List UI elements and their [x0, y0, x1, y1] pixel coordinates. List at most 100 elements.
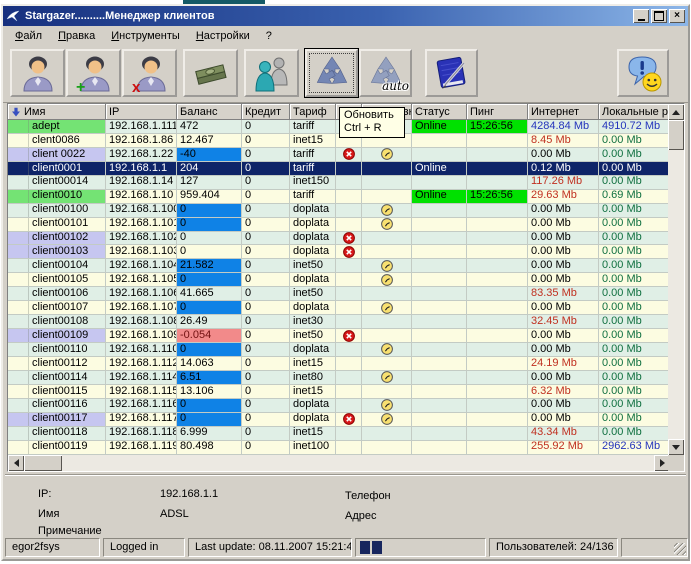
column-header-credit[interactable]: Кредит: [242, 104, 290, 120]
minimize-button[interactable]: [633, 9, 649, 23]
progress-bar: [355, 538, 486, 557]
frozen-clock-icon: [381, 260, 393, 272]
column-header-balance[interactable]: Баланс: [177, 104, 242, 120]
cell-balance: 21.582: [177, 259, 242, 273]
cell-status: [412, 371, 467, 385]
cell-credit: 0: [242, 301, 290, 315]
cell-frozen: [362, 287, 412, 301]
cell-name: client00014: [8, 176, 106, 190]
table-row[interactable]: client00100192.168.1.10000doplata0.00 Mb…: [8, 204, 684, 218]
table-row[interactable]: client00115192.168.1.11513.1060inet156.3…: [8, 385, 684, 399]
table-row[interactable]: client00106192.168.1.10641.6650inet5083.…: [8, 287, 684, 301]
table-row[interactable]: client00104192.168.1.10421.5820inet500.0…: [8, 259, 684, 273]
refresh-tooltip: Обновить Ctrl + R: [339, 107, 405, 138]
statusbar-users-count: Пользователей: 24/136: [489, 538, 618, 557]
table-row[interactable]: client00116192.168.1.11600doplata0.00 Mb…: [8, 399, 684, 413]
cell-balance: -40: [177, 148, 242, 162]
table-row[interactable]: client00102192.168.1.10200doplata0.00 Mb…: [8, 232, 684, 246]
cell-frozen: [362, 385, 412, 399]
statusbar-username: egor2fsys: [5, 538, 100, 557]
column-header-name[interactable]: Имя: [8, 104, 106, 120]
close-button[interactable]: ×: [669, 9, 685, 23]
toolbar-users-button[interactable]: [244, 49, 299, 97]
cell-local: 4910.72 Mb: [599, 120, 670, 134]
cell-name: client00102: [8, 232, 106, 246]
cell-ip: 192.168.1.101: [106, 218, 177, 232]
table-row[interactable]: client00103192.168.1.10300doplata0.00 Mb…: [8, 245, 684, 259]
table-row[interactable]: client00105192.168.1.10500doplata0.00 Mb…: [8, 273, 684, 287]
toolbar-money-button[interactable]: [183, 49, 238, 97]
toolbar-delete-user-button[interactable]: x: [122, 49, 177, 97]
menu-item-help[interactable]: ?: [258, 28, 280, 44]
cell-frozen: [362, 259, 412, 273]
table-row[interactable]: client00114192.168.1.1146.510inet800.00 …: [8, 371, 684, 385]
cell-name: client00105: [8, 273, 106, 287]
money-icon: [192, 53, 230, 93]
toolbar-about-button[interactable]: [617, 49, 669, 97]
table-row[interactable]: client00118192.168.1.1186.9990inet1543.3…: [8, 427, 684, 441]
cell-frozen: [362, 427, 412, 441]
resize-grip[interactable]: [674, 543, 686, 555]
refresh-recycle-icon: [312, 53, 352, 93]
vertical-scrollbar[interactable]: [668, 104, 684, 455]
table-row[interactable]: client00108192.168.1.10826.490inet3032.4…: [8, 315, 684, 329]
table-row[interactable]: client00107192.168.1.10700doplata0.00 Mb…: [8, 301, 684, 315]
toolbar-add-user-button[interactable]: +: [66, 49, 121, 97]
table-row[interactable]: client00112192.168.1.11214.0630inet1524.…: [8, 357, 684, 371]
table-row[interactable]: client00110192.168.1.11000doplata0.00 Mb…: [8, 343, 684, 357]
column-header-ping[interactable]: Пинг: [467, 104, 528, 120]
cell-balance: 472: [177, 120, 242, 134]
vertical-scroll-thumb[interactable]: [668, 120, 684, 150]
detail-note-label: Примечание: [38, 525, 102, 537]
menu-item-tools[interactable]: Инструменты: [103, 28, 188, 44]
table-row[interactable]: client00119192.168.1.11980.4980inet10025…: [8, 441, 684, 455]
table-row[interactable]: client00014192.168.1.141270inet150117.26…: [8, 176, 684, 190]
close-icon: ×: [674, 11, 680, 21]
column-header-internet[interactable]: Интернет: [528, 104, 599, 120]
cell-ip: 192.168.1.117: [106, 413, 177, 427]
table-row[interactable]: client00117192.168.1.11700doplata0.00 Mb…: [8, 413, 684, 427]
toolbar-user-button[interactable]: [10, 49, 65, 97]
horizontal-scrollbar[interactable]: [8, 455, 670, 471]
cell-local: 0.00 Mb: [599, 273, 670, 287]
cell-local: 0.00 Mb: [599, 357, 670, 371]
cell-credit: 0: [242, 148, 290, 162]
cell-internet: 4284.84 Mb: [528, 120, 599, 134]
cell-status: [412, 315, 467, 329]
table-row[interactable]: client 0022192.168.1.22-400tariff0.00 Mb…: [8, 148, 684, 162]
cell-name: client00115: [8, 385, 106, 399]
cell-internet: 0.00 Mb: [528, 399, 599, 413]
column-header-tariff[interactable]: Тариф: [290, 104, 336, 120]
title-bar[interactable]: Stargazer..........Менеджер клиентов ×: [3, 6, 688, 26]
table-row[interactable]: client0010192.168.1.10959.4040tariffOnli…: [8, 190, 684, 204]
horizontal-scroll-thumb[interactable]: [24, 455, 62, 471]
toolbar-refresh-button[interactable]: [305, 49, 358, 97]
cell-blocked: [336, 218, 362, 232]
toolbar-auto-refresh-button[interactable]: auto: [359, 49, 412, 97]
cell-ip: 192.168.1.107: [106, 301, 177, 315]
scroll-down-button[interactable]: [668, 439, 684, 455]
table-row[interactable]: client00109192.168.1.109-0.0540inet500.0…: [8, 329, 684, 343]
table-row[interactable]: client0001192.168.1.12040tariffOnline0.1…: [8, 162, 684, 176]
column-header-status[interactable]: Статус: [412, 104, 467, 120]
table-row[interactable]: client00101192.168.1.10100doplata0.00 Mb…: [8, 218, 684, 232]
column-header-local[interactable]: Локальные р: [599, 104, 670, 120]
scroll-left-button[interactable]: [8, 455, 24, 471]
cell-ping: [467, 329, 528, 343]
blocked-icon: [343, 246, 355, 258]
maximize-button[interactable]: [651, 9, 667, 23]
cell-balance: 0: [177, 204, 242, 218]
cell-ping: [467, 176, 528, 190]
menu-item-file[interactable]: Файл: [7, 28, 50, 44]
cell-internet: 0.00 Mb: [528, 413, 599, 427]
blocked-icon: [343, 413, 355, 425]
toolbar-notebook-button[interactable]: [425, 49, 478, 97]
menu-item-settings[interactable]: Настройки: [188, 28, 258, 44]
column-header-ip[interactable]: IP: [106, 104, 177, 120]
cell-ip: 192.168.1.22: [106, 148, 177, 162]
scroll-up-button[interactable]: [668, 104, 684, 120]
cell-name: client00100: [8, 204, 106, 218]
menu-item-edit[interactable]: Правка: [50, 28, 103, 44]
person-delete-icon: x: [131, 53, 169, 93]
cell-name: client00109: [8, 329, 106, 343]
